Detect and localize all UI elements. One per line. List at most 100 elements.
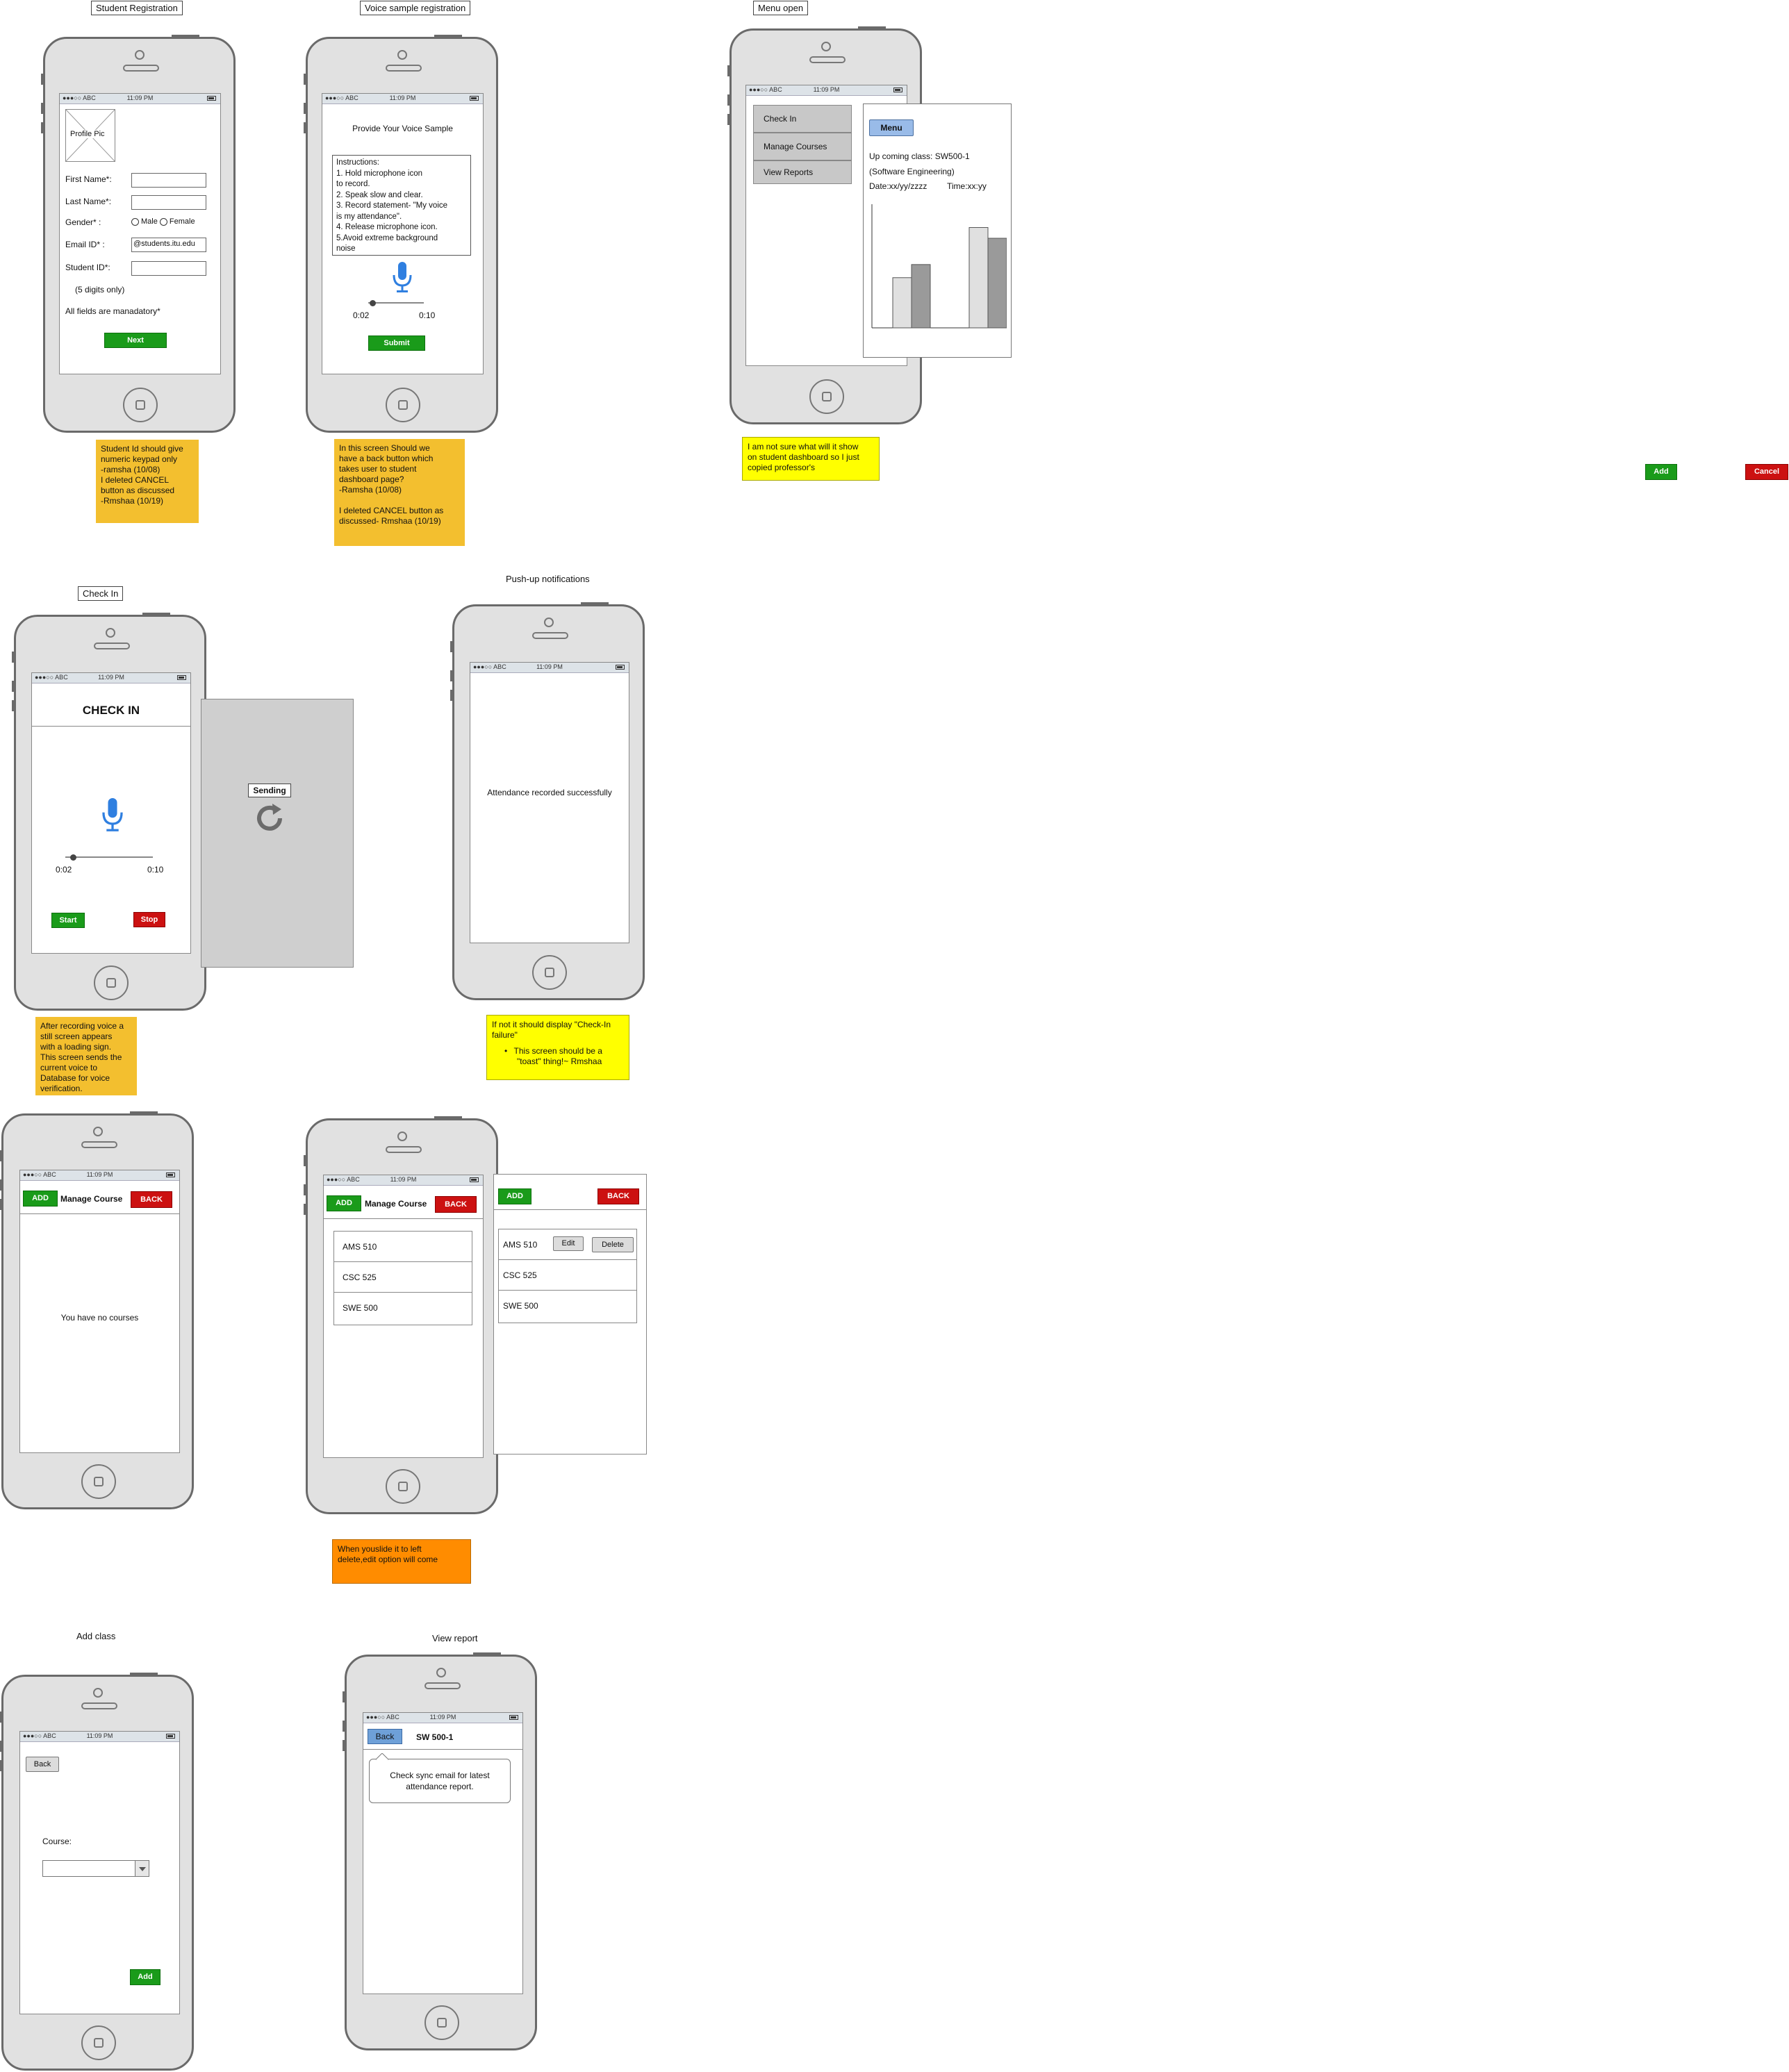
- screen-registration: ●●●○○ ABC 11:09 PM Profile Pic First Name…: [59, 93, 221, 374]
- instructions-box: Instructions: 1. Hold microphone icon to r…: [332, 155, 471, 256]
- sending-label: Sending: [248, 784, 291, 797]
- time-end: 0:10: [419, 310, 436, 320]
- attendance-chart: [871, 204, 1007, 329]
- note-registration: Student Id should give numeric keypad onl…: [96, 440, 199, 523]
- upcoming-time: Time:xx:yy: [947, 181, 987, 191]
- chart-bar: [911, 264, 931, 329]
- manage-course-title: Manage Course: [60, 1194, 123, 1204]
- add-course-button[interactable]: ADD: [498, 1188, 531, 1204]
- submit-button[interactable]: Submit: [368, 335, 425, 351]
- microphone-icon[interactable]: [392, 262, 413, 294]
- chart-bar: [892, 277, 912, 329]
- microphone-icon[interactable]: [101, 798, 124, 833]
- edit-button[interactable]: Edit: [553, 1236, 584, 1251]
- phone-check-in: ●●●○○ ABC 11:09 PM CHECK IN 0:02 0:10 Sta…: [12, 613, 206, 1011]
- camera-icon: [135, 50, 145, 60]
- tooltip-pointer: [376, 1753, 388, 1760]
- phone-push: ●●●○○ ABC 11:09 PM Attendance recorded su…: [450, 602, 645, 1000]
- course-row[interactable]: CSC 525: [499, 1260, 636, 1291]
- phone-add-class: ●●●○○ ABC 11:09 PM Back Course: Add: [0, 1673, 194, 2071]
- time-end: 0:10: [147, 865, 164, 875]
- battery-icon: [893, 88, 902, 92]
- battery-icon: [470, 96, 479, 101]
- menu-item-check-in[interactable]: Check In: [753, 105, 852, 133]
- home-button[interactable]: [809, 379, 844, 414]
- note-menu: I am not sure what will it show on studen…: [742, 437, 880, 481]
- upcoming-course-name: (Software Engineering): [869, 167, 955, 176]
- last-name-input[interactable]: [131, 195, 206, 210]
- recording-progress-track: [368, 302, 424, 304]
- course-row[interactable]: AMS 510 Edit Delete: [499, 1229, 636, 1260]
- recording-progress-knob[interactable]: [370, 300, 376, 306]
- speaker-icon: [386, 65, 422, 72]
- screen-add-class: ●●●○○ ABC 11:09 PM Back Course: Add: [19, 1731, 180, 2014]
- label-voice-registration: Voice sample registration: [360, 1, 471, 15]
- camera-icon: [93, 1688, 103, 1698]
- camera-icon: [397, 1132, 407, 1141]
- chevron-down-icon[interactable]: [135, 1861, 149, 1876]
- speaker-icon: [424, 1682, 461, 1689]
- upcoming-class: Up coming class: SW500-1: [869, 151, 970, 161]
- camera-icon: [397, 50, 407, 60]
- time-start: 0:02: [56, 865, 72, 875]
- stop-button[interactable]: Stop: [133, 912, 165, 927]
- course-row[interactable]: CSC 525: [334, 1262, 472, 1293]
- add-button[interactable]: Add: [1645, 464, 1677, 480]
- chart-bar: [968, 227, 989, 329]
- add-course-button[interactable]: ADD: [327, 1195, 361, 1211]
- screen-voice: ●●●○○ ABC 11:09 PM Provide Your Voice Sam…: [322, 93, 484, 374]
- screen-push: ●●●○○ ABC 11:09 PM Attendance recorded su…: [470, 662, 629, 943]
- cancel-button[interactable]: Cancel: [1745, 464, 1788, 480]
- first-name-input[interactable]: [131, 173, 206, 188]
- back-button[interactable]: BACK: [131, 1191, 172, 1208]
- course-row[interactable]: SWE 500: [334, 1293, 472, 1325]
- speaker-icon: [386, 1146, 422, 1153]
- note-check-in: After recording voice a still screen appe…: [35, 1017, 137, 1095]
- gender-radio-group[interactable]: Male Female: [131, 217, 195, 226]
- back-button[interactable]: BACK: [597, 1188, 639, 1204]
- battery-icon: [616, 665, 625, 670]
- battery-icon: [166, 1734, 175, 1739]
- home-button[interactable]: [81, 2025, 116, 2060]
- recording-progress-knob[interactable]: [70, 854, 76, 861]
- home-button[interactable]: [386, 388, 420, 422]
- course-label: Course:: [42, 1837, 72, 1846]
- male-radio[interactable]: [131, 217, 139, 226]
- report-title: SW 500-1: [416, 1732, 454, 1742]
- add-course-button[interactable]: ADD: [23, 1191, 58, 1207]
- home-button[interactable]: [123, 388, 158, 422]
- next-button[interactable]: Next: [104, 333, 167, 348]
- menu-button[interactable]: Menu: [869, 119, 914, 136]
- student-id-input[interactable]: [131, 261, 206, 276]
- start-button[interactable]: Start: [51, 913, 85, 928]
- profile-pic-placeholder[interactable]: Profile Pic: [65, 109, 115, 162]
- back-button[interactable]: Back: [26, 1757, 59, 1772]
- home-button[interactable]: [81, 1464, 116, 1499]
- phone-manage-empty: ●●●○○ ABC 11:09 PM ADD Manage Course BACK…: [0, 1111, 194, 1509]
- upcoming-date: Date:xx/yy/zzzz: [869, 181, 928, 191]
- phone-voice: ●●●○○ ABC 11:09 PM Provide Your Voice Sam…: [304, 35, 498, 433]
- back-button[interactable]: BACK: [435, 1196, 477, 1213]
- label-student-registration: Student Registration: [91, 1, 183, 15]
- speaker-icon: [81, 1141, 117, 1148]
- female-radio[interactable]: [159, 217, 167, 226]
- course-row[interactable]: SWE 500: [499, 1291, 636, 1323]
- delete-button[interactable]: Delete: [592, 1237, 634, 1252]
- manage-course-title: Manage Course: [365, 1199, 427, 1209]
- home-button[interactable]: [94, 965, 129, 1000]
- menu-item-manage-courses[interactable]: Manage Courses: [753, 133, 852, 160]
- add-class-button[interactable]: Add: [130, 1969, 160, 1985]
- course-select[interactable]: [42, 1860, 149, 1877]
- student-id-label: Student ID*:: [65, 263, 110, 272]
- sync-email-tooltip: Check sync email for latest attendance re…: [369, 1759, 511, 1803]
- email-input[interactable]: @students.itu.edu: [131, 238, 206, 252]
- course-row[interactable]: AMS 510: [334, 1232, 472, 1262]
- home-button[interactable]: [532, 955, 567, 990]
- phone-registration: ●●●○○ ABC 11:09 PM Profile Pic First Name…: [41, 35, 236, 433]
- home-button[interactable]: [424, 2005, 459, 2040]
- battery-icon: [470, 1177, 479, 1182]
- battery-icon: [166, 1172, 175, 1177]
- menu-item-view-reports[interactable]: View Reports: [753, 160, 852, 184]
- back-button[interactable]: Back: [368, 1729, 402, 1744]
- home-button[interactable]: [386, 1469, 420, 1504]
